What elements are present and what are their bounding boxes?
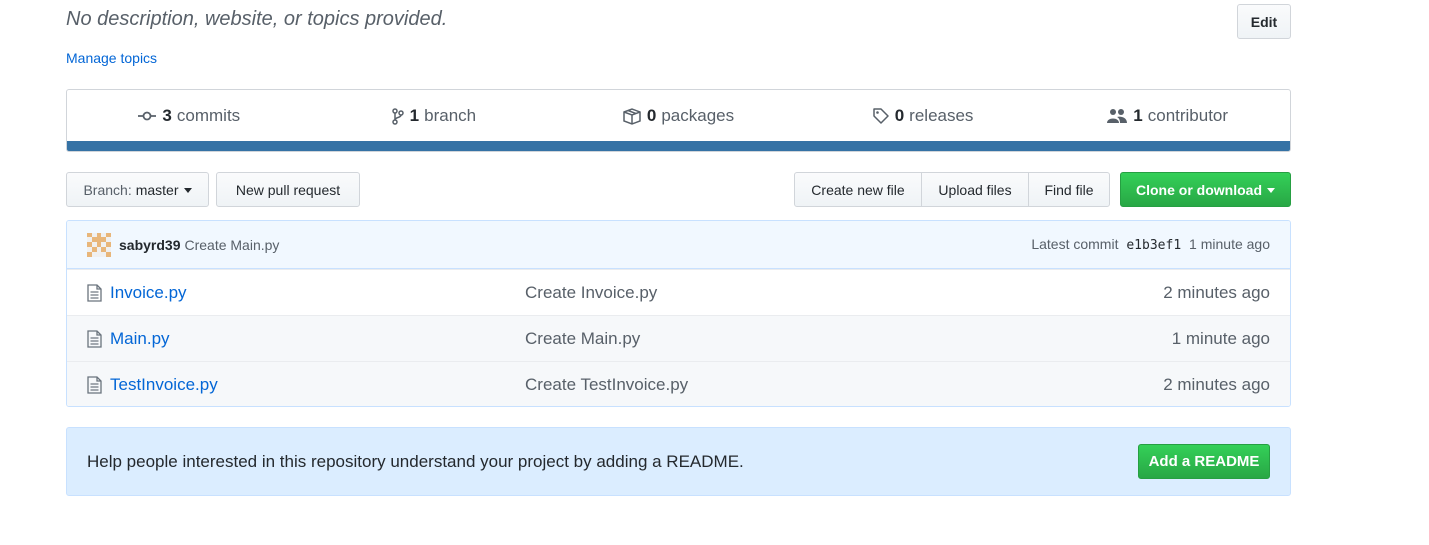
- file-name: Invoice.py: [110, 282, 187, 302]
- upload-files-button[interactable]: Upload files: [921, 172, 1029, 207]
- latest-commit-prefix: Latest commit: [1031, 236, 1119, 252]
- branches-link[interactable]: 1 branch: [312, 106, 557, 126]
- file-name: TestInvoice.py: [110, 374, 218, 394]
- contributors-count: 1: [1133, 106, 1143, 125]
- people-icon: [1107, 109, 1128, 123]
- add-readme-button[interactable]: Add a README: [1138, 444, 1270, 479]
- tag-icon: [872, 108, 889, 124]
- file-commit-message[interactable]: Create TestInvoice.py: [525, 375, 1163, 395]
- table-row: Invoice.py Create Invoice.py 2 minutes a…: [67, 269, 1290, 315]
- avatar[interactable]: [87, 232, 111, 257]
- contributors-label: contributor: [1147, 106, 1229, 125]
- commits-label: commits: [176, 106, 241, 125]
- file-icon: [87, 375, 102, 394]
- latest-commit-info: Latest commit e1b3ef1 1 minute ago: [1031, 236, 1270, 253]
- contributors-link[interactable]: 1 contributor: [1045, 106, 1290, 126]
- packages-link[interactable]: 0 packages: [556, 106, 801, 126]
- commit-age: 1 minute ago: [1189, 236, 1270, 252]
- package-icon: [623, 107, 641, 125]
- repo-description: No description, website, or topics provi…: [66, 8, 448, 30]
- clone-or-download-button[interactable]: Clone or download: [1120, 172, 1291, 207]
- file-commit-message[interactable]: Create Main.py: [525, 329, 1172, 349]
- commit-author-link[interactable]: sabyrd39: [119, 237, 180, 253]
- file-list: sabyrd39 Create Main.py Latest commit e1…: [66, 220, 1291, 407]
- file-link[interactable]: Main.py: [87, 329, 525, 349]
- commits-link[interactable]: 3 commits: [67, 106, 312, 126]
- clone-label: Clone or download: [1136, 181, 1262, 198]
- readme-prompt: Help people interested in this repositor…: [87, 451, 744, 471]
- caret-down-icon: [183, 188, 192, 193]
- releases-link[interactable]: 0 releases: [801, 106, 1046, 126]
- commit-sha-link[interactable]: e1b3ef1: [1126, 238, 1181, 253]
- packages-label: packages: [661, 106, 735, 125]
- latest-commit-bar: sabyrd39 Create Main.py Latest commit e1…: [67, 221, 1290, 269]
- caret-down-icon: [1267, 188, 1275, 193]
- file-icon: [87, 329, 102, 348]
- find-file-button[interactable]: Find file: [1028, 172, 1110, 207]
- file-age: 2 minutes ago: [1163, 374, 1270, 394]
- language-bar[interactable]: [67, 141, 1290, 151]
- branch-select-button[interactable]: Branch: master: [66, 172, 209, 207]
- create-new-file-button[interactable]: Create new file: [794, 172, 922, 207]
- file-name: Main.py: [110, 328, 170, 348]
- releases-label: releases: [909, 106, 974, 125]
- edit-description-button[interactable]: Edit: [1237, 4, 1291, 39]
- repo-summary: 3 commits 1 branch 0 packages 0 releases…: [66, 89, 1291, 152]
- new-pull-request-button[interactable]: New pull request: [216, 172, 360, 207]
- branch-icon: [391, 107, 404, 125]
- commit-message-link[interactable]: Create Main.py: [184, 237, 279, 253]
- branch-name: master: [135, 181, 179, 198]
- commits-count: 3: [162, 106, 172, 125]
- branches-label: branch: [424, 106, 477, 125]
- packages-count: 0: [646, 106, 657, 125]
- commit-icon: [138, 111, 157, 121]
- file-commit-message[interactable]: Create Invoice.py: [525, 283, 1163, 303]
- file-age: 2 minutes ago: [1163, 282, 1270, 302]
- file-icon: [87, 283, 102, 302]
- releases-count: 0: [894, 106, 905, 125]
- readme-banner: Help people interested in this repositor…: [66, 427, 1291, 496]
- file-link[interactable]: Invoice.py: [87, 283, 525, 303]
- manage-topics-link[interactable]: Manage topics: [66, 50, 157, 66]
- branches-count: 1: [409, 106, 420, 125]
- file-age: 1 minute ago: [1171, 328, 1270, 348]
- branch-prefix: Branch:: [83, 181, 132, 198]
- table-row: TestInvoice.py Create TestInvoice.py 2 m…: [67, 361, 1290, 406]
- file-link[interactable]: TestInvoice.py: [87, 375, 525, 395]
- table-row: Main.py Create Main.py 1 minute ago: [67, 315, 1290, 361]
